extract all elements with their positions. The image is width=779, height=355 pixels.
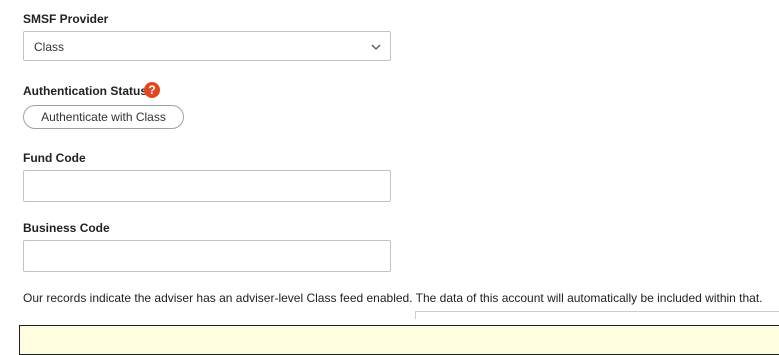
chevron-down-icon [371,44,381,50]
warning-box [19,325,779,355]
smsf-provider-label: SMSF Provider [23,12,109,26]
business-code-input[interactable] [23,240,391,272]
section-divider-tick [415,311,416,319]
authenticate-with-class-button[interactable]: Authenticate with Class [23,105,184,129]
fund-code-label: Fund Code [23,151,86,165]
business-code-label: Business Code [23,221,110,235]
smsf-provider-select[interactable]: Class [23,31,391,61]
authentication-status-label: Authentication Status [23,84,148,98]
help-icon[interactable]: ? [144,82,160,98]
smsf-provider-selected-value: Class [34,40,65,54]
adviser-feed-notice: Our records indicate the adviser has an … [23,291,763,305]
fund-code-input[interactable] [23,170,391,202]
section-divider [415,311,779,312]
